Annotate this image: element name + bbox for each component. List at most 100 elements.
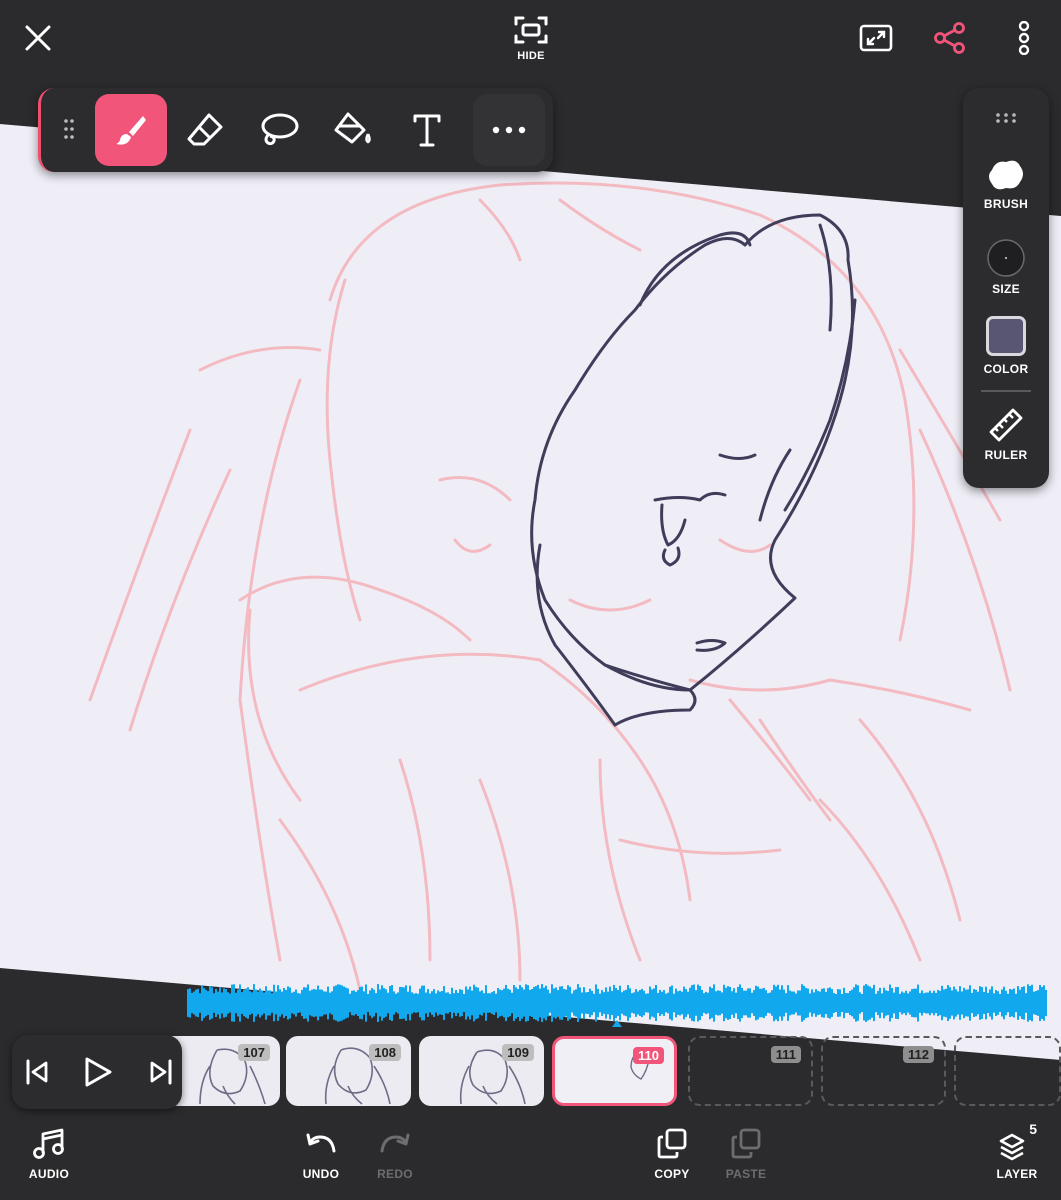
frame-slot-empty[interactable]: 112	[821, 1036, 946, 1106]
waveform-bar	[333, 986, 335, 1020]
paste-button[interactable]: PASTE	[719, 1127, 773, 1181]
waveform-bar	[739, 984, 741, 1022]
undo-button[interactable]: UNDO	[294, 1127, 348, 1181]
waveform-bar	[883, 987, 885, 1019]
waveform-bar	[523, 989, 525, 1017]
waveform-bar	[741, 987, 743, 1019]
size-button[interactable]: SIZE	[963, 238, 1049, 296]
waveform-bar	[743, 990, 745, 1016]
waveform-bar	[355, 991, 357, 1015]
panel-drag-handle[interactable]	[963, 112, 1049, 124]
drawing-canvas[interactable]	[0, 75, 1061, 1115]
frame-thumbnail-current[interactable]: 110	[552, 1036, 677, 1106]
share-button[interactable]	[930, 18, 970, 58]
waveform-bar	[967, 989, 969, 1017]
waveform-bar	[781, 985, 783, 1021]
waveform-bar	[371, 988, 373, 1018]
audio-waveform[interactable]	[187, 983, 1047, 1023]
waveform-bar	[979, 986, 981, 1020]
audio-label: AUDIO	[28, 1167, 70, 1181]
frame-number: 108	[369, 1044, 401, 1061]
waveform-bar	[747, 988, 749, 1018]
waveform-bar	[481, 990, 483, 1016]
waveform-bar	[293, 991, 295, 1015]
color-button[interactable]: COLOR	[963, 316, 1049, 376]
lasso-tool-button[interactable]	[243, 94, 315, 166]
more-menu-button[interactable]	[1004, 18, 1044, 58]
waveform-bar	[291, 992, 293, 1014]
waveform-bar	[643, 990, 645, 1016]
frame-thumbnail[interactable]: 109	[419, 1036, 544, 1106]
fill-tool-button[interactable]	[317, 94, 389, 166]
waveform-bar	[653, 988, 655, 1018]
waveform-bar	[759, 988, 761, 1018]
fullscreen-button[interactable]	[856, 18, 896, 58]
waveform-bar	[1029, 986, 1031, 1020]
waveform-bar	[191, 992, 193, 1014]
waveform-bar	[423, 985, 425, 1021]
more-tools-button[interactable]	[473, 94, 545, 166]
waveform-bar	[289, 987, 291, 1019]
waveform-bar	[407, 991, 409, 1015]
drawing-canvas-area[interactable]: BRUSH SIZE COLOR RULER	[0, 75, 1061, 1115]
waveform-bar	[1001, 989, 1003, 1017]
brush-select-button[interactable]: BRUSH	[963, 156, 1049, 211]
waveform-bar	[737, 986, 739, 1020]
waveform-bar	[373, 989, 375, 1017]
waveform-bar	[681, 991, 683, 1015]
audio-button[interactable]: AUDIO	[22, 1127, 76, 1181]
layer-button[interactable]: 5 LAYER	[990, 1121, 1044, 1181]
waveform-bar	[619, 985, 621, 1021]
hide-ui-button[interactable]: HIDE	[500, 10, 562, 66]
ruler-button[interactable]: RULER	[963, 406, 1049, 462]
close-button[interactable]	[18, 18, 58, 58]
text-icon	[413, 114, 441, 147]
previous-frame-button[interactable]	[24, 1057, 52, 1092]
bottom-bar: AUDIO UNDO REDO COPY PASTE 5 LAYER	[0, 1115, 1061, 1200]
waveform-bar	[897, 986, 899, 1020]
brush-texture-icon	[989, 160, 1023, 190]
copy-button[interactable]: COPY	[645, 1127, 699, 1181]
redo-button[interactable]: REDO	[368, 1127, 422, 1181]
text-tool-button[interactable]	[391, 94, 463, 166]
frame-slot-empty[interactable]	[954, 1036, 1061, 1106]
waveform-bar	[903, 992, 905, 1014]
waveform-bar	[905, 990, 907, 1016]
waveform-bar	[719, 990, 721, 1016]
waveform-bar	[219, 987, 221, 1019]
eraser-tool-button[interactable]	[169, 94, 241, 166]
waveform-bar	[723, 984, 725, 1022]
play-button[interactable]	[82, 1055, 114, 1094]
waveform-bar	[335, 985, 337, 1021]
drag-handle[interactable]	[63, 118, 75, 145]
waveform-bar	[551, 984, 553, 1022]
waveform-bar	[693, 984, 695, 1022]
waveform-bar	[549, 993, 551, 1013]
waveform-bar	[389, 986, 391, 1020]
waveform-bar	[343, 986, 345, 1020]
waveform-bar	[363, 991, 365, 1015]
frame-thumbnail[interactable]: 108	[286, 1036, 411, 1106]
waveform-bar	[621, 992, 623, 1014]
waveform-bar	[701, 989, 703, 1017]
next-frame-button[interactable]	[146, 1057, 174, 1092]
waveform-bar	[471, 990, 473, 1016]
waveform-bar	[387, 992, 389, 1014]
undo-label: UNDO	[302, 1167, 340, 1181]
frame-slot-empty[interactable]: 111	[688, 1036, 813, 1106]
waveform-bar	[789, 990, 791, 1016]
waveform-bar	[849, 990, 851, 1016]
waveform-bar	[707, 992, 709, 1014]
waveform-bar	[657, 992, 659, 1014]
waveform-bar	[981, 987, 983, 1019]
waveform-bar	[749, 988, 751, 1018]
ruler-icon	[989, 408, 1023, 442]
waveform-bar	[821, 988, 823, 1018]
brush-tool-button[interactable]	[95, 94, 167, 166]
waveform-bar	[617, 990, 619, 1016]
waveform-bar	[1045, 989, 1047, 1017]
waveform-bar	[441, 991, 443, 1015]
waveform-bar	[713, 984, 715, 1022]
waveform-bar	[203, 988, 205, 1018]
waveform-bar	[855, 984, 857, 1022]
